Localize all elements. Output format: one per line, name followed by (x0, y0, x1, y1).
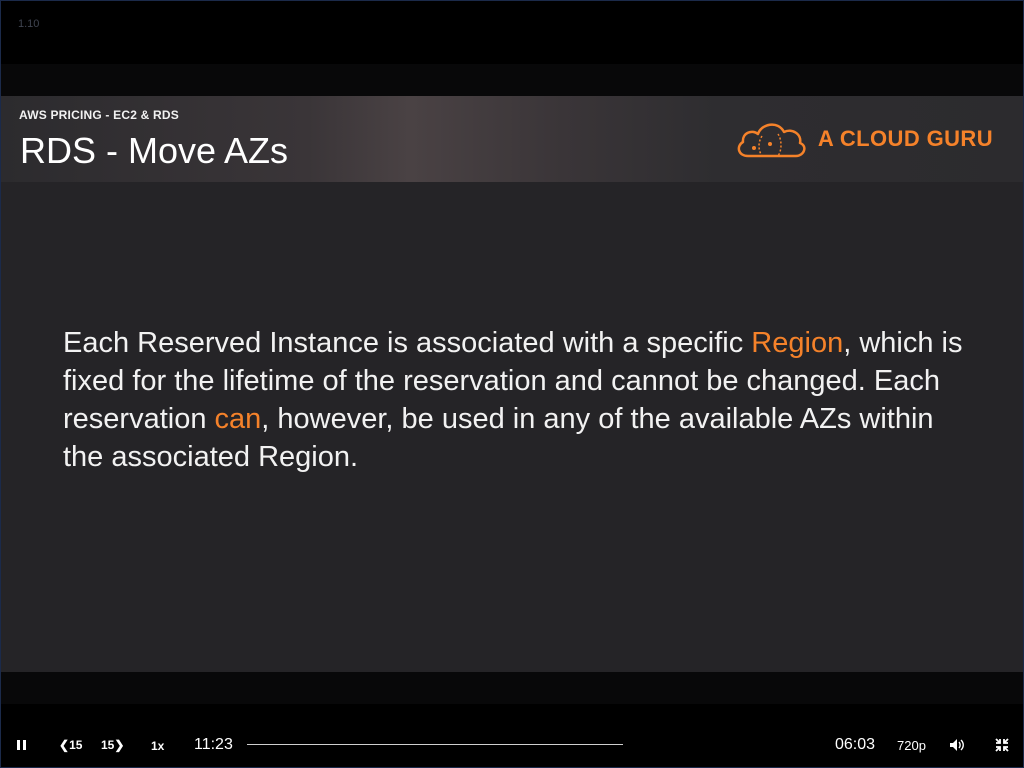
playback-speed-button[interactable]: 1x (151, 739, 164, 753)
current-time: 11:23 (194, 736, 233, 753)
body-segment: Each Reserved Instance is associated wit… (63, 327, 752, 359)
body-highlight: Region (751, 327, 844, 359)
quality-button[interactable]: 720p (897, 738, 926, 753)
exit-fullscreen-icon (995, 738, 1009, 752)
skip-back-button[interactable]: ❮15 (59, 738, 82, 752)
volume-icon (950, 739, 964, 751)
slide-title: RDS - Move AZs (20, 130, 289, 171)
lesson-index: 1.10 (18, 18, 40, 30)
skip-back-icon: ❮ (59, 738, 70, 752)
video-top-area (1, 1, 1023, 64)
skip-forward-label: 15 (101, 738, 115, 752)
slide-header: AWS PRICING - EC2 & RDS RDS - Move AZs A… (1, 96, 1023, 182)
volume-button[interactable] (949, 738, 965, 757)
exit-fullscreen-button[interactable] (995, 738, 1009, 757)
skip-forward-icon: ❯ (114, 738, 125, 752)
skip-back-label: 15 (69, 738, 83, 752)
remaining-time: 06:03 (835, 736, 876, 753)
progress-bar[interactable] (247, 744, 623, 745)
a-cloud-guru-logo: A CLOUD GURU (734, 118, 993, 160)
slide: AWS PRICING - EC2 & RDS RDS - Move AZs A… (1, 96, 1023, 672)
pause-icon (17, 740, 20, 750)
body-highlight: can (214, 403, 262, 435)
slide-body-text: Each Reserved Instance is associated wit… (63, 324, 973, 476)
slide-subtitle: AWS PRICING - EC2 & RDS (19, 108, 179, 122)
video-letterbox-top (1, 64, 1023, 96)
video-letterbox-bottom (1, 672, 1023, 704)
pause-button[interactable] (17, 740, 27, 750)
cloud-logo-icon (737, 123, 806, 158)
logo-text: A CLOUD GURU (817, 126, 993, 151)
skip-forward-button[interactable]: 15❯ (101, 738, 124, 752)
player-controls: ❮15 15❯ 1x 11:23 06:03 720p (1, 704, 1023, 767)
